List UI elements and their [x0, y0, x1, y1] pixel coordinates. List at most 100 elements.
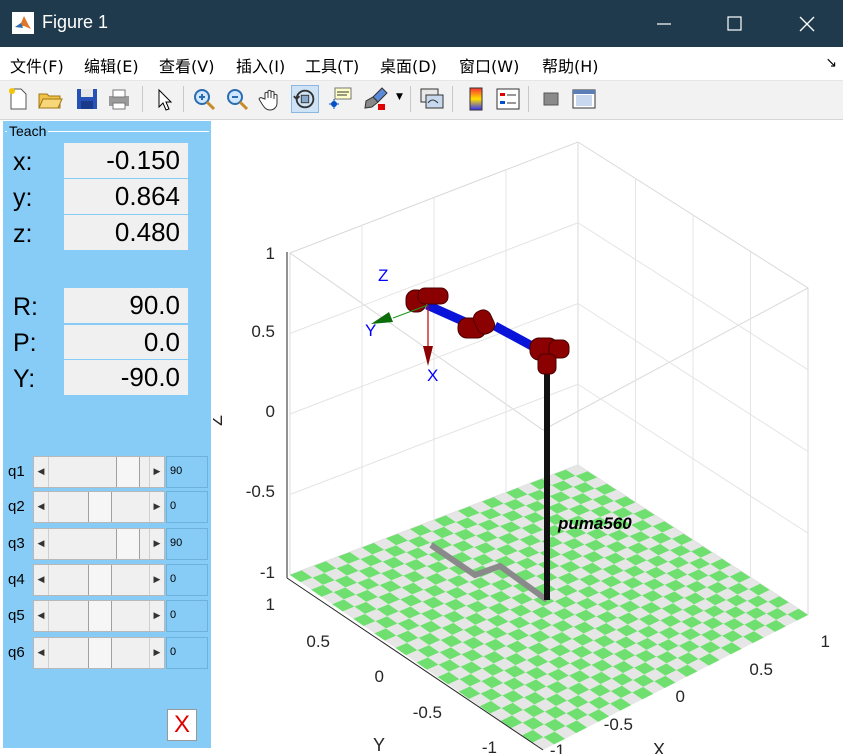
- maximize-icon: [727, 16, 742, 31]
- yaw-value: -90.0: [64, 360, 188, 395]
- zoom-in-icon[interactable]: [190, 85, 218, 113]
- slider-left-arrow-icon[interactable]: ◀: [34, 565, 49, 595]
- legend-icon[interactable]: [494, 85, 522, 113]
- teach-close-button[interactable]: X: [167, 709, 197, 741]
- brush-dropdown-icon[interactable]: ▼: [396, 92, 403, 102]
- new-figure-icon[interactable]: [4, 85, 32, 113]
- toolbar-separator: [142, 86, 143, 112]
- teach-panel: Teach x: -0.150 y: 0.864 z: 0.480 R: 90.…: [3, 121, 211, 748]
- slider-left-arrow-icon[interactable]: ◀: [34, 601, 49, 631]
- link-plot-icon[interactable]: [418, 85, 446, 113]
- joint-value-q4[interactable]: 0: [166, 564, 208, 596]
- joint-slider-q1[interactable]: ◀ ▶: [33, 456, 165, 488]
- dock-arrow-icon[interactable]: ↘: [825, 55, 837, 71]
- menu-desktop[interactable]: 桌面(D): [380, 53, 437, 77]
- minimize-button[interactable]: [630, 0, 700, 47]
- data-cursor-icon[interactable]: [326, 85, 354, 113]
- open-file-icon[interactable]: [36, 85, 64, 113]
- roll-label: R:: [13, 293, 38, 321]
- slider-thumb[interactable]: [116, 457, 140, 487]
- z-tick-label: -1: [260, 563, 275, 582]
- rotate-3d-icon[interactable]: [291, 85, 319, 113]
- menu-help[interactable]: 帮助(H): [542, 53, 599, 77]
- joint-value-q6[interactable]: 0: [166, 637, 208, 669]
- brush-icon[interactable]: [362, 85, 390, 113]
- menu-view[interactable]: 查看(V): [159, 53, 214, 77]
- save-icon[interactable]: [73, 85, 101, 113]
- joint-label-q1: q1: [8, 463, 25, 480]
- z-tick-label: -0.5: [246, 482, 275, 501]
- slider-right-arrow-icon[interactable]: ▶: [149, 601, 164, 631]
- joint-slider-q2[interactable]: ◀ ▶: [33, 491, 165, 523]
- toolbar-separator: [452, 86, 453, 112]
- joint-value-q2[interactable]: 0: [166, 491, 208, 523]
- colorbar-icon[interactable]: [462, 85, 490, 113]
- y-tick-label: 0: [375, 667, 384, 686]
- y-tick-label: -0.5: [413, 703, 442, 722]
- maximize-button[interactable]: [700, 0, 770, 47]
- slider-thumb[interactable]: [88, 565, 112, 595]
- close-window-button[interactable]: [772, 0, 842, 47]
- z-tick-label: 0.5: [251, 322, 275, 341]
- print-icon[interactable]: [105, 85, 133, 113]
- toolbar-separator: [410, 86, 411, 112]
- x-tick-label: 1: [821, 632, 830, 651]
- joint-value-q1[interactable]: 90: [166, 456, 208, 488]
- slider-thumb[interactable]: [88, 601, 112, 631]
- slider-left-arrow-icon[interactable]: ◀: [34, 529, 49, 559]
- joint-slider-q3[interactable]: ◀ ▶: [33, 528, 165, 560]
- z-tick-label: 1: [266, 244, 275, 263]
- z-tick-label: 0: [266, 402, 275, 421]
- menu-window[interactable]: 窗口(W): [459, 53, 519, 77]
- pitch-label: P:: [13, 329, 37, 357]
- z-value: 0.480: [64, 215, 188, 250]
- pan-icon[interactable]: [257, 85, 285, 113]
- close-icon: [799, 16, 815, 32]
- slider-left-arrow-icon[interactable]: ◀: [34, 457, 49, 487]
- x-tick-label: -0.5: [604, 715, 633, 734]
- z-axis-label: Z: [213, 415, 226, 426]
- slider-right-arrow-icon[interactable]: ▶: [149, 457, 164, 487]
- menu-bar: 文件(F) 编辑(E) 查看(V) 插入(I) 工具(T) 桌面(D) 窗口(W…: [0, 47, 843, 81]
- slider-thumb[interactable]: [116, 529, 140, 559]
- frame-z-label: Z: [378, 266, 388, 285]
- slider-thumb[interactable]: [88, 638, 112, 668]
- slider-left-arrow-icon[interactable]: ◀: [34, 638, 49, 668]
- slider-right-arrow-icon[interactable]: ▶: [149, 492, 164, 522]
- frame-y-label: Y: [365, 321, 376, 340]
- teach-title: Teach: [7, 123, 49, 139]
- y-value: 0.864: [64, 179, 188, 214]
- yaw-label: Y:: [13, 365, 36, 393]
- joint-label-q5: q5: [8, 607, 25, 624]
- menu-insert[interactable]: 插入(I): [236, 53, 285, 77]
- robot-plot-axes[interactable]: 10.50-0.5-110.50-0.5-110.50-0.5-1 Z Y X …: [213, 120, 843, 754]
- zoom-out-icon[interactable]: [223, 85, 251, 113]
- joint-slider-q4[interactable]: ◀ ▶: [33, 564, 165, 596]
- menu-tools[interactable]: 工具(T): [305, 53, 359, 77]
- minimize-icon: [657, 23, 671, 25]
- joint-value-q5[interactable]: 0: [166, 600, 208, 632]
- menu-edit[interactable]: 编辑(E): [84, 53, 139, 77]
- joint-label-q2: q2: [8, 498, 25, 515]
- pointer-icon[interactable]: [150, 85, 178, 113]
- y-axis-label: Y: [373, 735, 385, 754]
- slider-right-arrow-icon[interactable]: ▶: [149, 638, 164, 668]
- joint-slider-q6[interactable]: ◀ ▶: [33, 637, 165, 669]
- toolbar-separator: [528, 86, 529, 112]
- hide-plot-tools-icon[interactable]: [537, 85, 565, 113]
- matlab-icon: [12, 12, 34, 34]
- slider-right-arrow-icon[interactable]: ▶: [149, 565, 164, 595]
- show-plot-tools-icon[interactable]: [570, 85, 598, 113]
- z-label: z:: [13, 220, 33, 248]
- joint-slider-q5[interactable]: ◀ ▶: [33, 600, 165, 632]
- y-tick-label: -1: [482, 738, 497, 754]
- x-label: x:: [13, 148, 33, 176]
- menu-file[interactable]: 文件(F): [10, 53, 64, 77]
- joint-label-q4: q4: [8, 571, 25, 588]
- x-axis-label: X: [653, 740, 665, 754]
- slider-right-arrow-icon[interactable]: ▶: [149, 529, 164, 559]
- slider-thumb[interactable]: [88, 492, 112, 522]
- slider-left-arrow-icon[interactable]: ◀: [34, 492, 49, 522]
- frame-x-label: X: [427, 366, 438, 385]
- joint-value-q3[interactable]: 90: [166, 528, 208, 560]
